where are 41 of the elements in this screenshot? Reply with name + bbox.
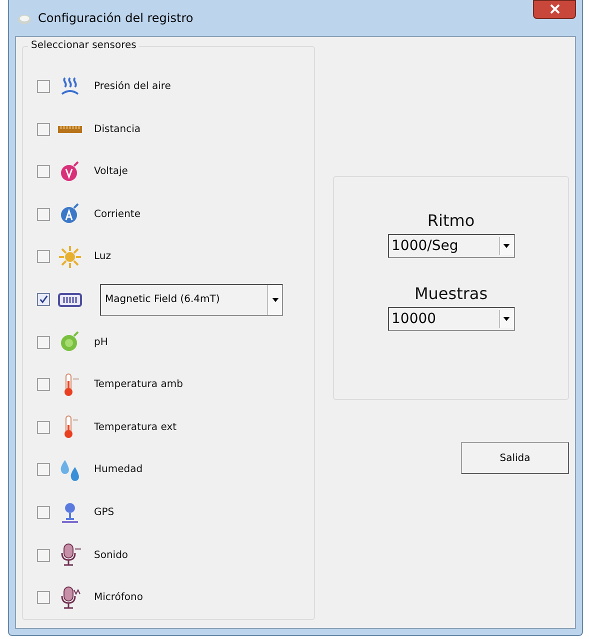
checkbox[interactable] bbox=[37, 378, 50, 392]
sensor-label: Micrófono bbox=[94, 592, 144, 604]
checkbox[interactable] bbox=[37, 463, 50, 476]
sun-icon bbox=[58, 244, 82, 269]
checkbox[interactable] bbox=[37, 80, 50, 94]
ruler-icon bbox=[58, 126, 82, 133]
dropdown[interactable]: Magnetic Field (6.4mT) bbox=[100, 284, 283, 316]
caret-icon bbox=[272, 298, 278, 302]
checkbox[interactable] bbox=[37, 506, 50, 520]
caret-icon bbox=[503, 244, 510, 248]
dropdown[interactable]: 1000/Seg bbox=[388, 234, 514, 258]
close-icon bbox=[550, 4, 560, 14]
checkbox[interactable] bbox=[37, 208, 50, 221]
checkbox[interactable] bbox=[37, 420, 50, 434]
sensor-label: Presión del aire bbox=[94, 81, 171, 92]
sensor-label: GPS bbox=[94, 507, 114, 518]
sensor-label: Luz bbox=[94, 251, 111, 262]
checkbox[interactable] bbox=[37, 591, 50, 604]
dropdown[interactable]: 10000 bbox=[388, 307, 514, 332]
checkbox[interactable] bbox=[37, 293, 50, 306]
setting-label: Ritmo bbox=[427, 211, 475, 230]
sensor-label: Voltaje bbox=[94, 166, 128, 178]
droplets-icon bbox=[58, 458, 82, 482]
checkbox[interactable] bbox=[37, 548, 50, 562]
group-title: Seleccionar sensores bbox=[28, 40, 140, 52]
checkbox[interactable] bbox=[37, 336, 50, 349]
sensor-label: pH bbox=[94, 336, 108, 348]
close-button[interactable] bbox=[533, 0, 576, 19]
sensor-label: Temperatura ext bbox=[94, 422, 177, 433]
caret-icon bbox=[503, 317, 510, 322]
window-title: Configuración del registro bbox=[38, 11, 194, 26]
sensor-label: Temperatura amb bbox=[94, 379, 183, 390]
checkbox[interactable] bbox=[37, 122, 50, 136]
checkbox[interactable] bbox=[37, 165, 50, 178]
checkbox[interactable] bbox=[37, 250, 50, 264]
sensor-label: Sonido bbox=[94, 550, 128, 561]
sensor-label: Corriente bbox=[94, 208, 140, 220]
setting-label: Muestras bbox=[414, 284, 488, 304]
sensor-label: Distancia bbox=[94, 124, 140, 135]
exit-button[interactable]: Salida bbox=[461, 442, 569, 474]
sensor-label: Humedad bbox=[94, 464, 143, 476]
